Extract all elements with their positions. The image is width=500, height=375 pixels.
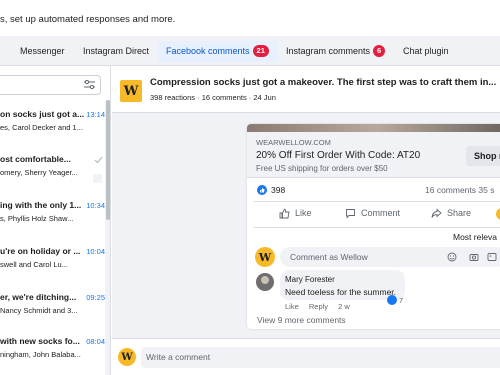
reply-composer: W Write a comment	[112, 338, 500, 375]
conversation-time: 13:14	[86, 110, 105, 119]
conversation-snippet: Nancy Schmidt and 3...	[0, 306, 78, 315]
inbox-tabs: Messenger Instagram Direct Facebook comm…	[0, 36, 500, 66]
comment-like-link[interactable]: Like	[285, 302, 299, 311]
conversation-snippet: ningham, John Balaba...	[0, 350, 81, 359]
conversation-title: ing with the only 1...	[0, 200, 82, 210]
post-title: Compression socks just got a makeover. T…	[150, 77, 497, 88]
tab-messenger[interactable]: Messenger	[20, 41, 65, 62]
tab-instagram-direct[interactable]: Instagram Direct	[83, 41, 149, 62]
comment-share-stats[interactable]: 16 comments 35 s	[425, 185, 494, 195]
banner-message: s, set up automated responses and more.	[0, 14, 176, 25]
comment-label: Comment	[361, 208, 401, 218]
avatar[interactable]	[256, 273, 274, 291]
conversation-title: ost comfortable...	[0, 154, 71, 164]
conversation-title: on socks just got a...	[0, 109, 85, 119]
comment-like-reaction-icon	[387, 295, 397, 305]
conversation-time: 10:34	[86, 201, 105, 210]
tab-label: Facebook comments	[166, 46, 250, 56]
like-icon	[279, 208, 290, 219]
write-comment-input[interactable]: Write a comment	[141, 347, 500, 368]
share-icon	[431, 208, 442, 218]
sort-comments-dropdown[interactable]: Most releva	[453, 232, 497, 242]
tab-label: Chat plugin	[403, 46, 449, 56]
like-label: Like	[295, 208, 312, 218]
list-item[interactable]: ost comfortable... omery, Sherry Yeager.…	[0, 154, 108, 194]
comment-reply-link[interactable]: Reply	[309, 302, 328, 311]
view-more-comments-link[interactable]: View 9 more comments	[257, 315, 346, 325]
conversation-snippet: omery, Sherry Yeager...	[0, 168, 78, 177]
logo-letter: W	[258, 250, 272, 264]
post-panel: W Compression socks just got a makeover.…	[112, 66, 500, 375]
list-item[interactable]: ing with the only 1... s, Phyllis Holz S…	[0, 200, 108, 240]
comment-age: 2 w	[338, 302, 350, 311]
logo-letter: W	[123, 83, 139, 99]
conversation-title: u're on holiday or ...	[0, 246, 81, 256]
comment-text: Need toeless for the summer.	[285, 287, 397, 297]
gif-icon[interactable]	[487, 252, 497, 262]
comment-bubble: Mary Forester Need toeless for the summe…	[280, 270, 405, 300]
profile-switcher-avatar[interactable]	[496, 208, 500, 220]
reaction-count[interactable]: 398	[271, 185, 285, 195]
list-item[interactable]: with new socks fo... ningham, John Balab…	[0, 336, 108, 375]
conversation-time: 08:04	[86, 337, 105, 346]
comment-author[interactable]: Mary Forester	[285, 275, 335, 284]
conversation-time: 09:25	[86, 293, 105, 302]
composer-avatar: W	[118, 348, 136, 366]
post-image	[247, 124, 500, 132]
comment-icon	[346, 209, 355, 219]
comment-like-count: 7	[399, 296, 404, 305]
status-box	[93, 174, 102, 183]
list-item[interactable]: u're on holiday or ... swell and Carol L…	[0, 246, 108, 286]
link-title: 20% Off First Order With Code: AT20	[256, 150, 421, 161]
logo-letter: W	[121, 351, 133, 363]
check-icon	[94, 156, 103, 164]
conversation-title: er, we're ditching...	[0, 292, 77, 302]
shop-now-button[interactable]: Shop n	[466, 146, 500, 166]
list-item[interactable]: er, we're ditching... Nancy Schmidt and …	[0, 292, 108, 332]
conversation-time: 10:04	[86, 247, 105, 256]
tab-badge: 6	[373, 45, 386, 57]
tab-instagram-comments[interactable]: Instagram comments 6	[286, 41, 386, 62]
link-domain: WEARWELLOW.COM	[256, 138, 331, 147]
conversation-snippet: s, Phyllis Holz Shaw...	[0, 214, 74, 223]
post-meta: 398 reactions · 16 comments · 24 Jun	[150, 93, 276, 102]
filter-icon[interactable]	[83, 79, 96, 91]
top-banner: s, set up automated responses and more.	[0, 0, 500, 36]
link-description: Free US shipping for orders over $50	[256, 164, 388, 173]
conversation-snippet: es, Carol Decker and 1...	[0, 123, 83, 132]
emoji-icon[interactable]	[447, 252, 457, 262]
post-card: WEARWELLOW.COM 20% Off First Order With …	[247, 124, 500, 329]
page-logo: W	[120, 80, 142, 102]
conversation-title: with new socks fo...	[0, 336, 80, 346]
share-label: Share	[447, 208, 472, 218]
like-reaction-icon	[257, 185, 267, 195]
tab-label: Instagram comments	[286, 46, 371, 56]
tab-facebook-comments[interactable]: Facebook comments 21	[158, 41, 277, 62]
tab-chat-plugin[interactable]: Chat plugin	[403, 41, 449, 62]
tab-badge: 21	[252, 45, 269, 57]
conversation-list: on socks just got a... es, Carol Decker …	[0, 66, 111, 375]
comment-input[interactable]: Comment as Wellow	[280, 247, 500, 267]
search-input[interactable]	[0, 75, 101, 95]
divider	[254, 227, 500, 228]
comment-actions: Like Reply 2 w	[285, 302, 358, 311]
tab-label: Messenger	[20, 46, 65, 56]
list-item[interactable]: on socks just got a... es, Carol Decker …	[0, 109, 108, 149]
link-preview[interactable]: WEARWELLOW.COM 20% Off First Order With …	[247, 132, 500, 178]
post-header[interactable]: W Compression socks just got a makeover.…	[112, 66, 500, 113]
commenter-avatar: W	[255, 247, 275, 267]
camera-icon[interactable]	[469, 252, 479, 262]
conversation-snippet: swell and Carol Lu...	[0, 260, 68, 269]
divider	[254, 201, 500, 202]
tab-label: Instagram Direct	[83, 46, 150, 56]
